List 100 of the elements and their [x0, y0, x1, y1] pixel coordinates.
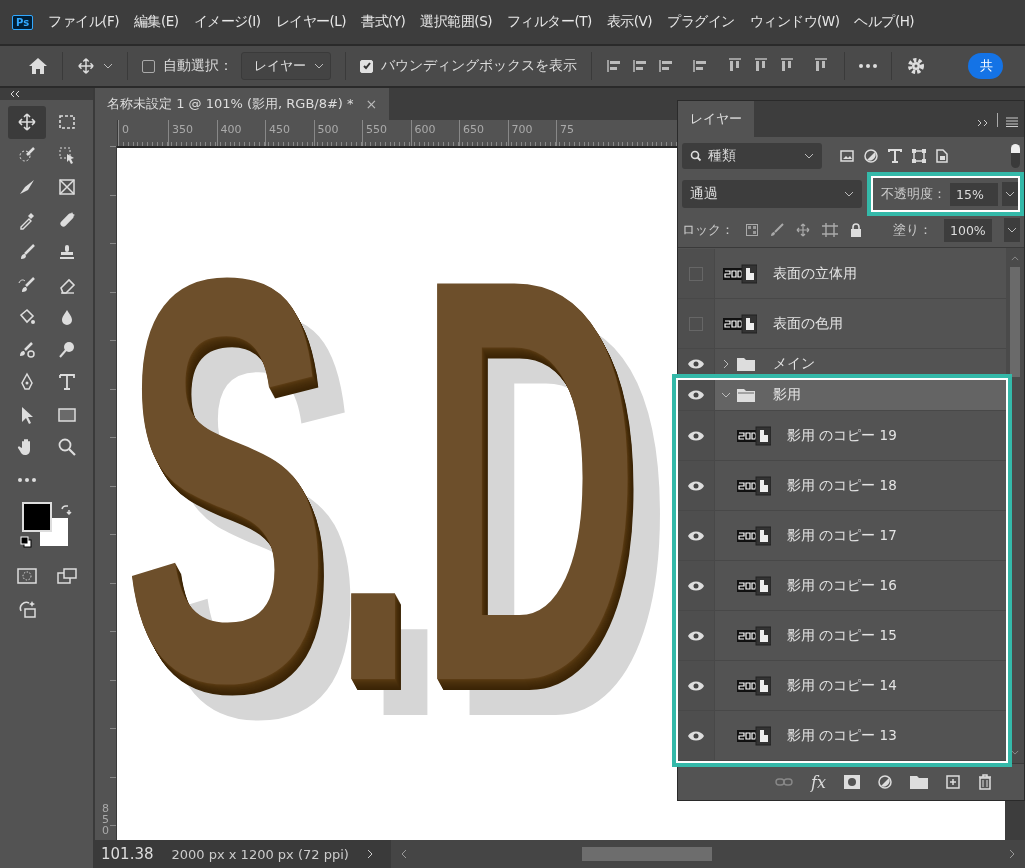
- caret-icon: [804, 153, 814, 159]
- visibility-checkbox[interactable]: [689, 316, 703, 331]
- ruler-label: 400: [216, 120, 265, 146]
- settings-icon[interactable]: [906, 56, 926, 76]
- caret-icon: [314, 63, 324, 69]
- expand-icon[interactable]: [977, 119, 989, 127]
- app-logo[interactable]: Ps: [12, 14, 34, 30]
- target-dropdown[interactable]: レイヤー: [241, 52, 331, 80]
- menu-item[interactable]: レイヤー(L): [275, 13, 347, 31]
- layer-row[interactable]: 表面の色用: [678, 299, 1006, 349]
- menu-item[interactable]: イメージ(I): [193, 13, 261, 31]
- quick-mask-icon[interactable]: [16, 568, 37, 585]
- new-layer-icon[interactable]: [946, 775, 960, 789]
- home-icon[interactable]: [28, 57, 48, 75]
- mask-icon[interactable]: [844, 775, 860, 789]
- layer-thumbnail-icon: [737, 475, 771, 496]
- artboard-icon[interactable]: [822, 223, 838, 237]
- layer-row[interactable]: 影用 のコピー 14: [678, 661, 1006, 711]
- adjustment-icon[interactable]: [878, 775, 892, 789]
- menu-item[interactable]: プラグイン: [667, 13, 735, 31]
- screen-mode-icon[interactable]: [56, 568, 77, 585]
- eye-icon[interactable]: [688, 390, 704, 400]
- checkbox[interactable]: [142, 59, 155, 73]
- chevron-icon[interactable]: [366, 849, 373, 859]
- zoom-level[interactable]: 101.38: [101, 845, 154, 863]
- eye-icon[interactable]: [688, 680, 704, 691]
- more-icon[interactable]: [859, 64, 877, 68]
- ruler-label: 550: [362, 120, 411, 146]
- fill-field[interactable]: 100%: [944, 218, 992, 242]
- panel-tab[interactable]: レイヤー: [678, 101, 754, 137]
- share-button[interactable]: 共: [968, 53, 1003, 79]
- move-icon: [16, 112, 37, 133]
- move-icon[interactable]: [796, 223, 810, 237]
- scroll-right-icon[interactable]: [1009, 849, 1015, 859]
- eye-icon[interactable]: [688, 430, 704, 441]
- menu-item[interactable]: フィルター(T): [506, 13, 592, 31]
- menu-icon[interactable]: [1006, 117, 1018, 127]
- folder-icon[interactable]: [910, 775, 928, 789]
- layer-style-button[interactable]: fx: [811, 772, 826, 792]
- scrollbar-thumb[interactable]: [1010, 267, 1020, 377]
- chevron-icon[interactable]: [721, 390, 731, 400]
- history-brush-icon: [16, 274, 37, 295]
- scroll-left-icon[interactable]: [400, 849, 407, 859]
- scrollbar-thumb[interactable]: [581, 847, 712, 861]
- layer-name: 影用: [773, 386, 801, 404]
- layer-row[interactable]: 影用 のコピー 18: [678, 461, 1006, 511]
- eye-icon[interactable]: [688, 580, 704, 591]
- fill-label: 塗り：: [893, 221, 932, 239]
- opacity-field[interactable]: 15%: [950, 182, 998, 206]
- filter-toggle[interactable]: [1011, 144, 1020, 168]
- collapse-icon[interactable]: [10, 91, 20, 97]
- dropdown-button[interactable]: [1004, 218, 1020, 242]
- menu-item[interactable]: 書式(Y): [361, 13, 406, 31]
- eye-icon[interactable]: [688, 530, 704, 541]
- adjustment-icon[interactable]: [864, 149, 878, 163]
- eye-icon[interactable]: [688, 359, 704, 369]
- menu-item[interactable]: 表示(V): [606, 13, 653, 31]
- caret-icon[interactable]: [103, 63, 113, 69]
- menu-item[interactable]: ファイル(F): [48, 13, 119, 31]
- lock-icon[interactable]: [850, 223, 862, 237]
- eye-icon[interactable]: [688, 630, 704, 641]
- layer-row[interactable]: 影用 のコピー 15: [678, 611, 1006, 661]
- type-icon[interactable]: [888, 149, 902, 163]
- checkerboard-icon[interactable]: [746, 224, 758, 236]
- layer-row[interactable]: 影用 のコピー 17: [678, 511, 1006, 561]
- lock-label: ロック：: [682, 221, 734, 239]
- menu-item[interactable]: 選択範囲(S): [420, 13, 492, 31]
- close-button[interactable]: ×: [365, 96, 378, 112]
- layer-row[interactable]: 影用 のコピー 13: [678, 711, 1006, 761]
- layer-thumbnail-icon: [723, 313, 757, 334]
- tool-button[interactable]: [7, 106, 46, 139]
- dropdown-button[interactable]: [1002, 182, 1018, 206]
- menu-item[interactable]: ヘルプ(H): [854, 13, 915, 31]
- layer-row[interactable]: 影用 のコピー 16: [678, 561, 1006, 611]
- blend-mode-dropdown[interactable]: 通過: [682, 180, 862, 208]
- filter-dropdown[interactable]: 種類: [682, 143, 822, 169]
- layer-name: 影用 のコピー 17: [787, 526, 897, 545]
- layer-name: 影用 のコピー 14: [787, 676, 897, 695]
- document-tab[interactable]: 名称未設定 1 @ 101% (影用, RGB/8#) * ×: [95, 88, 390, 120]
- eye-icon[interactable]: [688, 730, 704, 741]
- layer-row[interactable]: 影用 のコピー 19: [678, 411, 1006, 461]
- layer-row[interactable]: 表面の立体用: [678, 249, 1006, 299]
- trash-icon[interactable]: [978, 774, 992, 790]
- layer-name: 表面の色用: [773, 314, 843, 333]
- visibility-checkbox[interactable]: [689, 266, 703, 281]
- smart-object-icon[interactable]: [936, 149, 948, 163]
- ruler-label: 850: [101, 803, 110, 836]
- brush-icon[interactable]: [770, 223, 784, 237]
- group-row[interactable]: 影用: [678, 380, 1006, 411]
- checkbox-label: バウンディングボックスを表示: [381, 57, 577, 75]
- menu-item[interactable]: 編集(E): [133, 13, 179, 31]
- layer-thumbnail-icon: [737, 525, 771, 546]
- more-icon[interactable]: [17, 477, 36, 482]
- chevron-icon[interactable]: [721, 359, 731, 369]
- menu-item[interactable]: ウィンドウ(W): [749, 13, 840, 31]
- shape-icon[interactable]: [912, 149, 926, 163]
- eye-icon[interactable]: [688, 480, 704, 491]
- scroll-down-icon[interactable]: [1011, 750, 1019, 755]
- ruler-label: 650: [459, 120, 508, 146]
- image-icon[interactable]: [840, 150, 854, 162]
